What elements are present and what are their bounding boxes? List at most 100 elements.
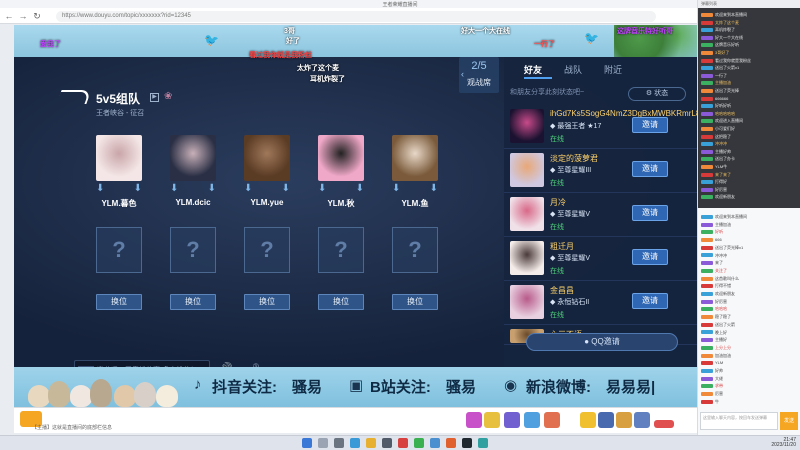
invite-button[interactable]: 邀请 (632, 249, 668, 265)
invite-button[interactable]: 邀请 (632, 205, 668, 221)
swap-position-button[interactable]: 换位 (170, 294, 216, 310)
swap-position-button[interactable]: 换位 (244, 294, 290, 310)
danmaku-message: 打得好 (701, 179, 799, 184)
player-slot[interactable]: ⬇ ⬇ YLM.鱼 (390, 135, 440, 209)
fan-badge (701, 28, 713, 33)
friend-avatar (510, 153, 544, 187)
app-icon[interactable] (462, 438, 472, 448)
fan-badge (701, 88, 713, 93)
gift-icon[interactable] (634, 412, 650, 428)
chevron-left-icon[interactable]: ‹ (461, 69, 464, 79)
swap-position-button[interactable]: 换位 (96, 294, 142, 310)
forward-icon[interactable]: → (18, 11, 28, 21)
empty-slot[interactable]: ? (392, 227, 438, 273)
gift-icon[interactable] (466, 412, 482, 428)
tab-clan[interactable]: 战队 (564, 63, 582, 76)
fan-badge (701, 50, 713, 55)
app-icon[interactable] (414, 438, 424, 448)
fan-badge (701, 119, 713, 124)
qq-invite-button[interactable]: ● QQ邀请 (526, 333, 678, 351)
player-avatar (170, 135, 216, 181)
douyin-label: 抖音关注: (212, 379, 277, 396)
gift-icon[interactable] (598, 412, 614, 428)
app-icon[interactable] (446, 438, 456, 448)
friend-rank: ◆ 至尊星耀V (550, 211, 590, 218)
danmaku-message: 3哥好了 (701, 50, 799, 55)
friend-item[interactable]: 淡定的菠萝君 ◆ 至尊星耀III 在线 邀请 (504, 149, 697, 193)
danmaku-message: 欢迎新朋友 (701, 194, 799, 199)
player-avatar (392, 135, 438, 181)
app-icon[interactable] (398, 438, 408, 448)
danmaku-message: 欢迎来到本直播间 (701, 214, 799, 219)
gift-icon[interactable] (544, 412, 560, 428)
weibo-name: 易易易| (606, 379, 656, 396)
taskview-icon[interactable] (334, 438, 344, 448)
player-avatar (318, 135, 364, 181)
tab-friends[interactable]: 好友 (524, 63, 542, 76)
danmaku-message: 冲冲冲 (701, 141, 799, 146)
empty-slot[interactable]: ? (170, 227, 216, 273)
danmaku-message: 稳了稳了 (701, 314, 799, 319)
spectator-count: 2/5 (471, 60, 487, 72)
team-logo-icon (56, 90, 92, 104)
gift-icon[interactable] (504, 412, 520, 428)
gift-icon[interactable] (616, 412, 632, 428)
app-icon[interactable] (382, 438, 392, 448)
swap-position-button[interactable]: 换位 (318, 294, 364, 310)
qq-invite-label: QQ邀请 (591, 337, 620, 346)
danmaku-input[interactable]: 这里输入聊天内容，按回车发送弹幕 (700, 412, 778, 430)
status-label: 状态 (654, 90, 669, 97)
player-slot[interactable]: ⬇ ⬇ YLM.暮色 (94, 135, 144, 209)
app-icon[interactable] (478, 438, 488, 448)
empty-slot[interactable]: ? (96, 227, 142, 273)
friend-item[interactable]: 粗迁月 ◆ 至尊星耀V 在线 邀请 (504, 237, 697, 281)
edge-icon[interactable] (350, 438, 360, 448)
danmaku-message: 来了 (701, 260, 799, 265)
empty-slot[interactable]: ? (244, 227, 290, 273)
rank-badge-icon: ⬇ (355, 183, 364, 194)
invite-button[interactable]: 邀请 (632, 161, 668, 177)
invite-button[interactable]: 邀请 (632, 117, 668, 133)
tab-nearby[interactable]: 附近 (604, 63, 622, 76)
start-icon[interactable] (302, 438, 312, 448)
search-icon[interactable] (318, 438, 328, 448)
send-button[interactable]: 发送 (780, 412, 798, 430)
fan-badge (701, 253, 713, 258)
system-clock[interactable]: 21:47 2023/11/20 (752, 438, 796, 448)
friend-item[interactable]: 金昌昌 ◆ 永恒钻石II 在线 邀请 (504, 281, 697, 325)
danmaku-message: 好厉害 (701, 187, 799, 192)
swap-position-button[interactable]: 换位 (392, 294, 438, 310)
player-slot[interactable]: ⬇ ⬇ YLM.yue (242, 135, 292, 207)
fan-badge (701, 392, 713, 397)
danmaku-message: 666666 (701, 96, 799, 101)
overlay-comment: 太炸了这个麦 (297, 65, 339, 72)
back-icon[interactable]: ← (4, 11, 14, 21)
gift-icon[interactable] (580, 412, 596, 428)
gift-icon[interactable] (484, 412, 500, 428)
fan-badge (701, 338, 713, 343)
empty-slot[interactable]: ? (318, 227, 364, 273)
friend-rank: ◆ 最强王者 ★17 (550, 123, 602, 130)
friend-item[interactable]: 月冷 ◆ 至尊星耀V 在线 邀请 (504, 193, 697, 237)
fan-badge (701, 96, 713, 101)
clock-date: 2023/11/20 (771, 442, 796, 448)
fan-badge (701, 195, 713, 200)
gift-icon[interactable] (524, 412, 540, 428)
recharge-button[interactable] (654, 420, 674, 428)
status-button[interactable]: ⚙ 状态 (628, 87, 686, 101)
player-slot[interactable]: ⬇ ⬇ YLM.dcic (168, 135, 218, 207)
url-field[interactable]: https://www.douyu.com/topic/xxxxxxx?rid=… (56, 11, 656, 22)
fan-badge (701, 58, 713, 63)
play-icon[interactable]: ▶ (150, 93, 159, 102)
rank-emblem-icon: ❀ (164, 91, 173, 102)
app-icon[interactable] (430, 438, 440, 448)
fan-badge (701, 361, 713, 366)
spectator-counter[interactable]: 2/5 观战席 (459, 57, 499, 93)
invite-button[interactable]: 邀请 (632, 293, 668, 309)
refresh-icon[interactable]: ↻ (32, 11, 42, 21)
friend-rank: ◆ 至尊星耀III (550, 167, 592, 174)
player-slot[interactable]: ⬇ ⬇ YLM.秋 (316, 135, 366, 209)
friend-item[interactable]: ihGd7Ks5SogG4NmZ3DgBxMWBKRmrL8Gdd ◆ 最强王者 … (504, 105, 697, 149)
douyin-name: 骚易 (292, 379, 323, 396)
folder-icon[interactable] (366, 438, 376, 448)
